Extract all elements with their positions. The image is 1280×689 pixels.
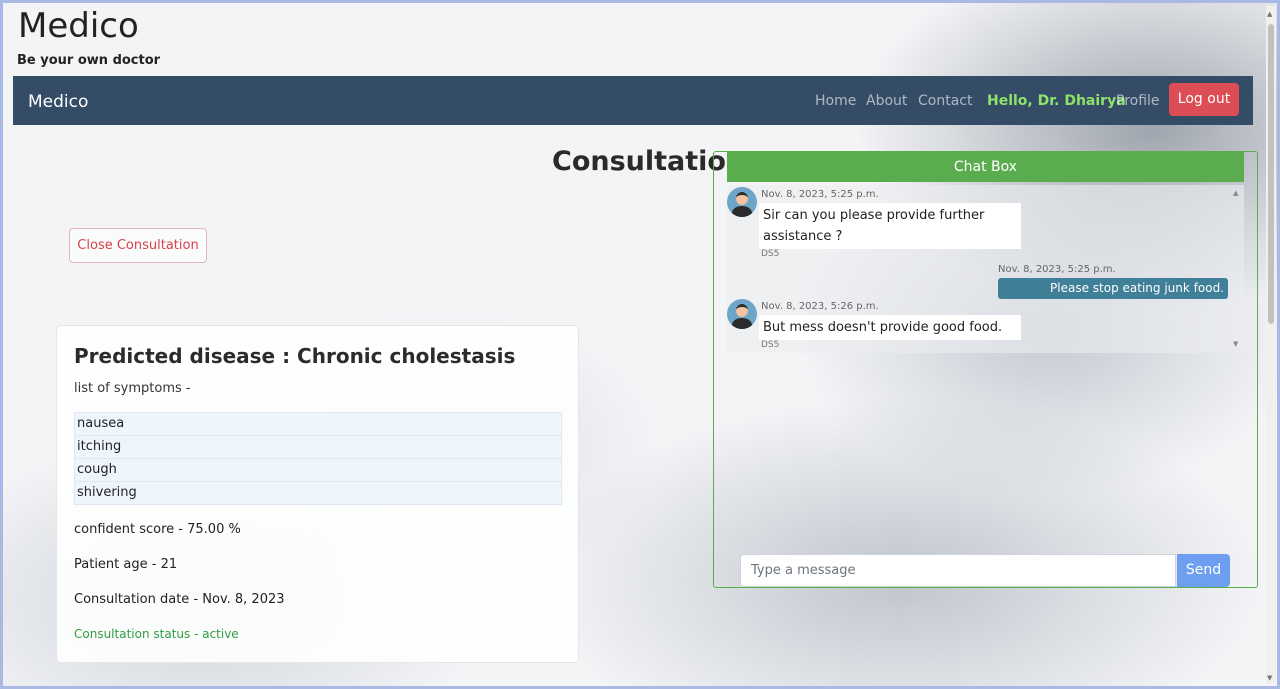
user-avatar-icon xyxy=(727,187,757,217)
nav-about-link[interactable]: About xyxy=(866,93,907,109)
symptoms-label: list of symptoms - xyxy=(74,381,191,396)
site-title: Medico xyxy=(18,6,139,46)
nav-profile-link[interactable]: Profile xyxy=(1116,93,1160,109)
symptom-item: nausea xyxy=(75,413,561,436)
scroll-down-icon[interactable]: ▼ xyxy=(1267,674,1272,682)
symptom-item: shivering xyxy=(77,485,137,500)
send-button[interactable]: Send xyxy=(1177,554,1230,587)
chat-box-title: Chat Box xyxy=(727,152,1244,182)
scroll-up-icon[interactable]: ▲ xyxy=(1233,189,1238,197)
navbar: Medico Home About Contact Hello, Dr. Dha… xyxy=(13,76,1253,125)
symptom-item: cough xyxy=(75,459,561,482)
chat-messages[interactable]: Nov. 8, 2023, 5:25 p.m. Sir can you plea… xyxy=(727,185,1244,353)
scrollbar-thumb[interactable] xyxy=(1268,24,1274,324)
message-bubble-incoming: Sir can you please provide further assis… xyxy=(759,203,1021,249)
symptoms-list: nausea itching cough shivering xyxy=(74,412,562,505)
chat-scrollbar[interactable]: ▲ ▼ xyxy=(1232,187,1242,351)
message-bubble-incoming: But mess doesn't provide good food. xyxy=(759,315,1021,340)
nav-home-link[interactable]: Home xyxy=(815,93,856,109)
consultation-status: Consultation status - active xyxy=(74,627,239,641)
scroll-down-icon[interactable]: ▼ xyxy=(1233,340,1238,348)
symptom-item: itching xyxy=(75,436,561,459)
predicted-disease-title: Predicted disease : Chronic cholestasis xyxy=(74,344,516,368)
message-timestamp: Nov. 8, 2023, 5:25 p.m. xyxy=(998,264,1116,275)
patient-age: Patient age - 21 xyxy=(74,557,178,572)
navbar-brand[interactable]: Medico xyxy=(28,92,88,112)
logout-button[interactable]: Log out xyxy=(1169,83,1239,116)
message-bubble-outgoing: Please stop eating junk food. xyxy=(998,278,1228,299)
close-consultation-button[interactable]: Close Consultation xyxy=(69,228,207,263)
message-timestamp: Nov. 8, 2023, 5:25 p.m. xyxy=(761,189,879,200)
message-sender: DS5 xyxy=(761,340,780,350)
message-input[interactable]: Type a message xyxy=(740,554,1176,587)
consultation-date: Consultation date - Nov. 8, 2023 xyxy=(74,592,285,607)
user-avatar-icon xyxy=(727,299,757,329)
nav-contact-link[interactable]: Contact xyxy=(918,93,972,109)
nav-greeting: Hello, Dr. Dhairya xyxy=(987,93,1126,109)
page-scrollbar[interactable]: ▲ ▼ xyxy=(1266,6,1276,684)
message-timestamp: Nov. 8, 2023, 5:26 p.m. xyxy=(761,301,879,312)
scroll-up-icon[interactable]: ▲ xyxy=(1267,10,1272,18)
message-sender: DS5 xyxy=(761,249,780,259)
prediction-card: Predicted disease : Chronic cholestasis … xyxy=(56,325,579,663)
chat-box: Chat Box Nov. 8, 2023, 5:25 p.m. Sir can… xyxy=(713,151,1258,588)
site-tagline: Be your own doctor xyxy=(17,53,161,68)
confidence-score: confident score - 75.00 % xyxy=(74,522,241,537)
